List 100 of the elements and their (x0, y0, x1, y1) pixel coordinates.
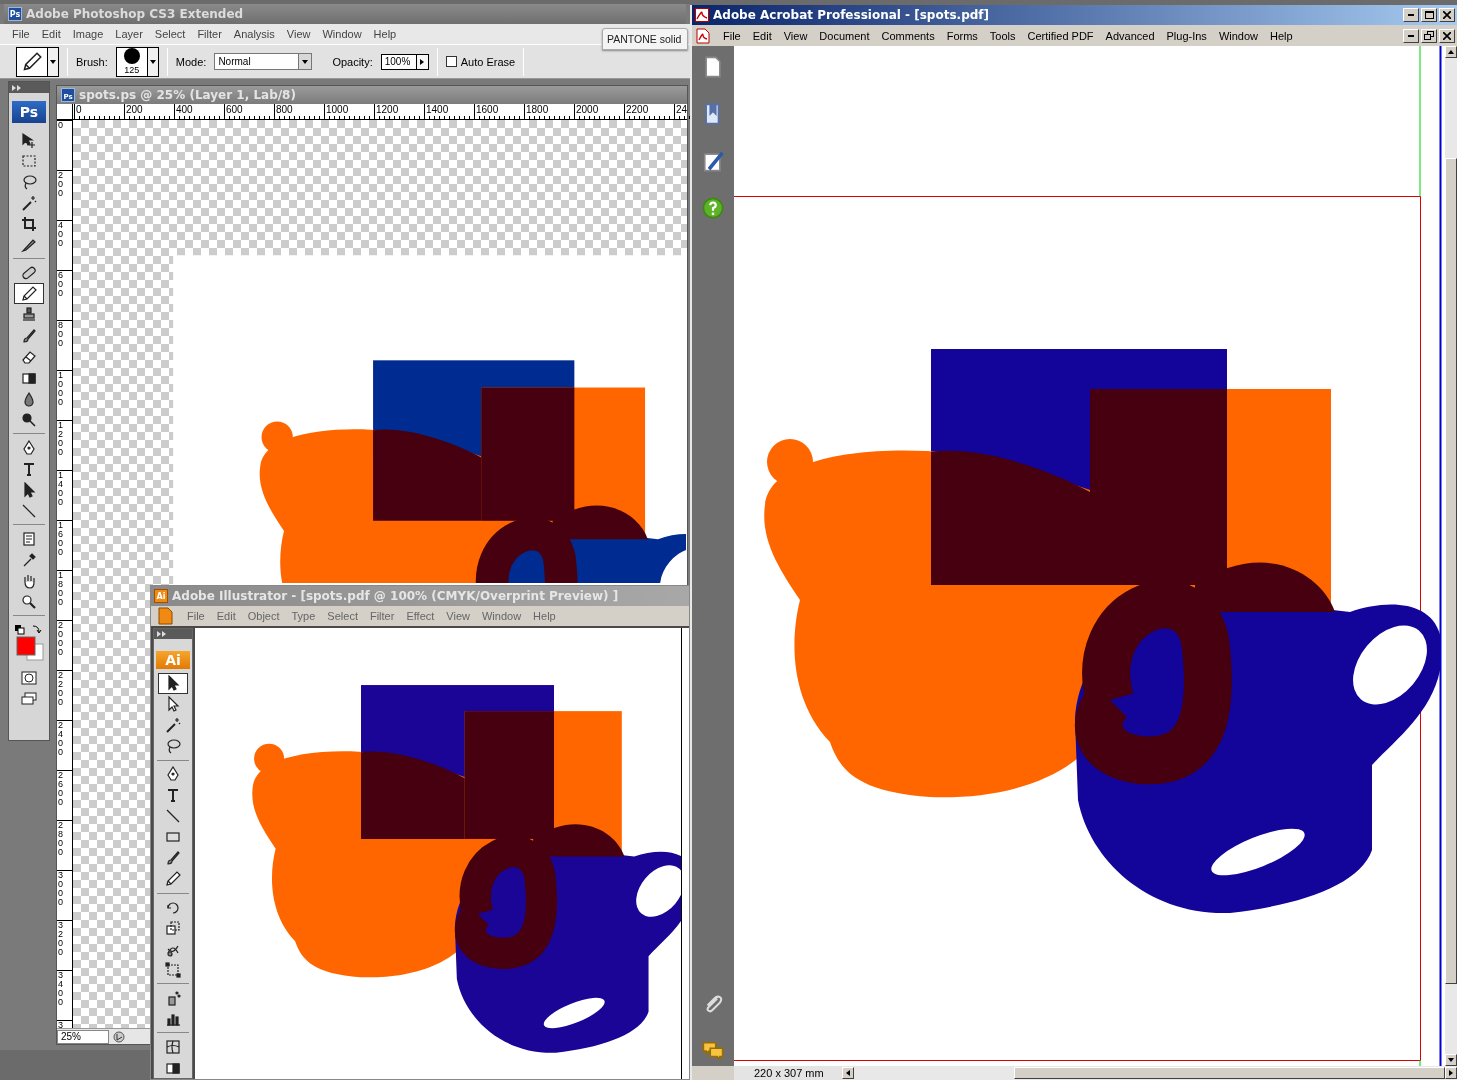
opacity-field[interactable]: 100% (380, 53, 417, 70)
menu-item[interactable]: Edit (41, 28, 61, 40)
scroll-down-button[interactable] (1445, 1054, 1457, 1066)
menu-item[interactable]: Comments (881, 29, 935, 42)
menu-item[interactable]: Tools (989, 29, 1016, 42)
bandage-icon (21, 264, 37, 281)
guide-line (1419, 1059, 1421, 1066)
lasso-icon (21, 173, 37, 190)
wand-icon (21, 194, 37, 211)
signature-button[interactable] (702, 150, 724, 172)
menu-item[interactable]: Window (322, 28, 362, 40)
menu-item[interactable]: Effect (406, 610, 435, 622)
menu-item[interactable]: Filter (197, 28, 222, 40)
note-icon (21, 530, 37, 547)
comments-button[interactable] (702, 1040, 724, 1062)
color-swatches-icon[interactable] (13, 623, 45, 663)
type-icon (21, 460, 37, 477)
close-button[interactable] (1439, 28, 1455, 43)
close-button[interactable] (1439, 8, 1455, 22)
signature-icon (702, 150, 724, 172)
drop-icon (21, 390, 37, 407)
maximize-button[interactable] (1421, 8, 1437, 22)
line-icon (21, 502, 37, 519)
eyedropper-icon (21, 551, 37, 568)
arrow-tool-button[interactable] (158, 672, 188, 694)
menu-item[interactable]: Help (533, 610, 556, 622)
menu-item[interactable]: Layer (115, 28, 143, 40)
ruler-label: 200 (58, 171, 64, 198)
menu-item[interactable]: Help (373, 28, 397, 40)
scroll-left-button[interactable] (842, 1067, 854, 1079)
ruler-label: 400 (58, 221, 64, 248)
menu-item[interactable]: Edit (216, 610, 236, 622)
menu-item[interactable]: Forms (946, 29, 978, 42)
panel-tab[interactable]: PANTONE solid (602, 28, 688, 50)
document-icon (695, 27, 711, 44)
scroll-right-button[interactable] (1445, 1067, 1457, 1079)
menu-item[interactable]: Filter (369, 610, 395, 622)
menu-item[interactable]: Object (247, 610, 280, 622)
scroll-up-button[interactable] (1445, 46, 1457, 58)
brush-label: Brush: (76, 55, 108, 68)
menu-item[interactable]: Select (327, 610, 358, 622)
menu-item[interactable]: Analysis (233, 28, 275, 40)
menu-item[interactable]: View (783, 29, 808, 42)
zoom-field[interactable]: 25% (57, 1029, 109, 1044)
vertical-scrollbar[interactable] (1445, 46, 1457, 1066)
brush-picker[interactable]: 125 (115, 46, 159, 77)
ruler-label: 2600 (58, 771, 64, 807)
ruler-label: 1600 (58, 521, 64, 557)
mode-dropdown[interactable]: Normal (214, 53, 313, 70)
arrow-icon (165, 675, 181, 692)
pages-button[interactable] (702, 56, 724, 78)
ruler-label: 2800 (58, 821, 64, 857)
menu-item[interactable]: Certified PDF (1027, 29, 1094, 42)
collapse-icon[interactable] (12, 84, 22, 91)
down-triangle-icon (1448, 1058, 1454, 1062)
pointer-icon (21, 481, 37, 498)
help-button[interactable] (702, 197, 724, 219)
hand-icon (21, 572, 37, 589)
auto-erase-checkbox[interactable] (445, 56, 457, 67)
minimize-button[interactable] (1403, 8, 1419, 22)
brush-icon (165, 850, 181, 867)
menu-item[interactable]: File (187, 610, 205, 622)
hollow-arrow-icon (165, 696, 181, 713)
menu-item[interactable]: Image (72, 28, 104, 40)
minimize-button[interactable] (1403, 28, 1419, 43)
tool-preset-picker[interactable] (16, 46, 59, 77)
collapse-icon[interactable] (157, 630, 167, 637)
menu-item[interactable]: Select (154, 28, 186, 40)
sprayer-icon (165, 989, 181, 1006)
app-icon: Ps (8, 7, 22, 21)
type-icon (165, 787, 181, 804)
menu-item[interactable]: Document (819, 29, 870, 42)
pencil-tool-button[interactable] (14, 283, 44, 304)
menu-item[interactable]: Type (291, 610, 316, 622)
menu-item[interactable]: Plug-Ins (1166, 29, 1207, 42)
menu-item[interactable]: Window (482, 610, 522, 622)
pencil-icon (21, 285, 37, 302)
ruler-label: 1800 (58, 571, 64, 607)
menu-item[interactable]: Window (1218, 29, 1258, 42)
pencil-icon (165, 871, 181, 888)
menu-item[interactable]: File (723, 29, 741, 42)
menu-item[interactable]: File (12, 28, 30, 40)
ruler-label: 3200 (58, 921, 64, 957)
restore-button[interactable] (1421, 28, 1437, 43)
menu-item[interactable]: Help (1270, 29, 1293, 42)
status-menu-icon[interactable] (113, 1030, 125, 1043)
menu-item[interactable]: Edit (752, 29, 772, 42)
mask-icon (21, 670, 37, 685)
line-icon (165, 808, 181, 825)
ruler-label: 3000 (58, 871, 64, 907)
menu-item[interactable]: View (446, 610, 470, 622)
opacity-label: Opacity: (332, 55, 373, 68)
menu-item[interactable]: Advanced (1105, 29, 1155, 42)
stamp-icon (21, 306, 37, 323)
ruler-label: 3 (58, 1021, 64, 1028)
menu-item[interactable]: View (286, 28, 311, 40)
maximize-icon (1424, 11, 1434, 19)
horizontal-scrollbar[interactable] (842, 1066, 1457, 1080)
app-logo[interactable]: Ps (12, 101, 46, 123)
wand-icon (165, 717, 181, 734)
